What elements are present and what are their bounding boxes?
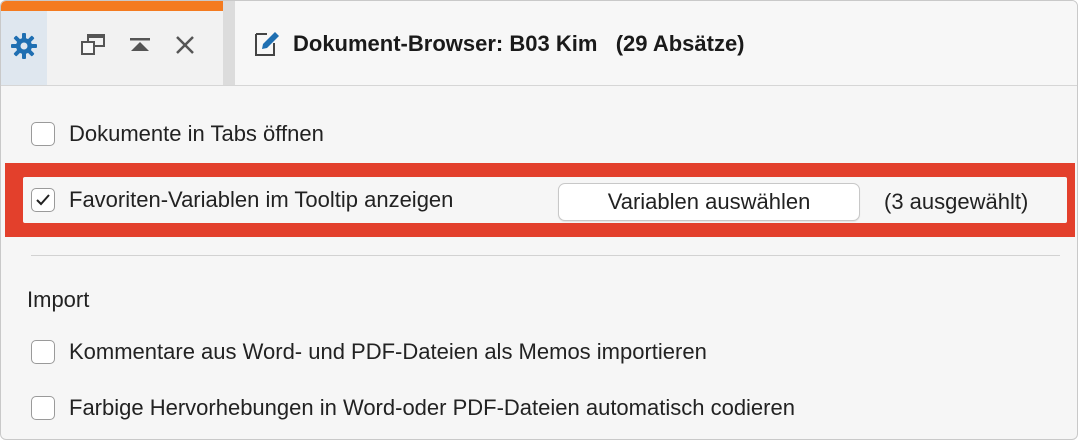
highlights-checkbox[interactable]: [31, 396, 55, 420]
divider: [31, 255, 1060, 256]
float-window-icon[interactable]: [77, 29, 109, 61]
tabs-checkbox[interactable]: [31, 122, 55, 146]
option-favorites[interactable]: Favoriten-Variablen im Tooltip anzeigen: [31, 187, 453, 213]
toolbar: Dokument-Browser: B03 Kim (29 Absätze): [1, 1, 1077, 86]
option-tabs[interactable]: Dokumente in Tabs öffnen: [31, 121, 324, 147]
toolbar-separator: [223, 1, 235, 85]
option-import-comments[interactable]: Kommentare aus Word- und PDF-Dateien als…: [31, 339, 707, 365]
page-title: Dokument-Browser: B03 Kim (29 Absätze): [293, 31, 745, 56]
favorites-label: Favoriten-Variablen im Tooltip anzeigen: [69, 187, 454, 212]
checkmark-icon: [36, 194, 50, 206]
gear-icon[interactable]: [7, 29, 41, 63]
tabs-label: Dokumente in Tabs öffnen: [69, 121, 324, 146]
select-variables-button[interactable]: Variablen auswählen: [558, 183, 860, 221]
favorites-checkbox[interactable]: [31, 188, 55, 212]
highlights-label: Farbige Hervorhebungen in Word-oder PDF-…: [69, 395, 795, 420]
active-tab-indicator: [1, 1, 223, 11]
close-icon[interactable]: [169, 29, 201, 61]
comments-checkbox[interactable]: [31, 340, 55, 364]
settings-window: Dokument-Browser: B03 Kim (29 Absätze) D…: [0, 0, 1078, 440]
collapse-up-icon[interactable]: [125, 29, 155, 61]
import-heading: Import: [27, 287, 90, 312]
selected-count: (3 ausgewählt): [884, 189, 1029, 214]
option-auto-code-highlights[interactable]: Farbige Hervorhebungen in Word-oder PDF-…: [31, 395, 795, 421]
edit-document-icon: [251, 27, 281, 61]
comments-label: Kommentare aus Word- und PDF-Dateien als…: [69, 339, 707, 364]
